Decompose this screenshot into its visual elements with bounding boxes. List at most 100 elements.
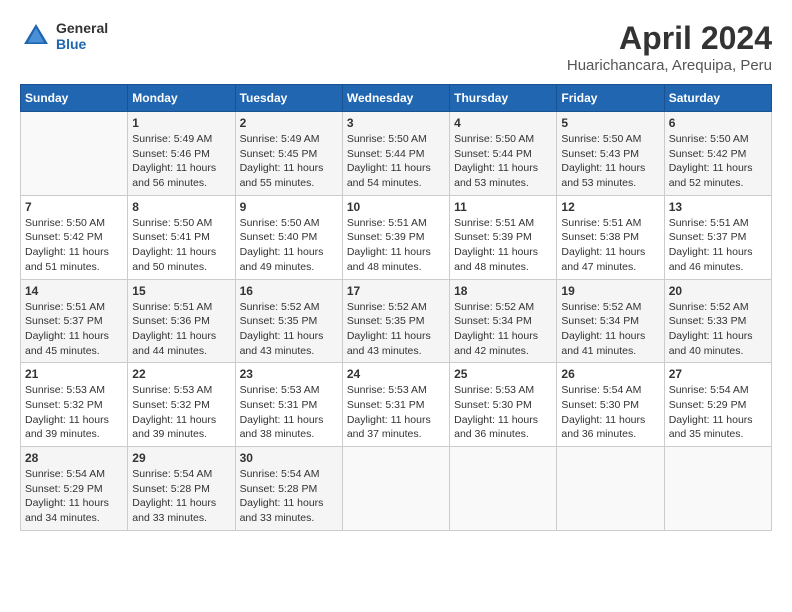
day-info: Sunrise: 5:51 AMSunset: 5:38 PMDaylight:… — [561, 216, 659, 275]
day-info: Sunrise: 5:52 AMSunset: 5:33 PMDaylight:… — [669, 300, 767, 359]
calendar-subtitle: Huarichancara, Arequipa, Peru — [567, 57, 772, 74]
calendar-header: SundayMondayTuesdayWednesdayThursdayFrid… — [21, 85, 772, 112]
calendar-day-cell: 23Sunrise: 5:53 AMSunset: 5:31 PMDayligh… — [235, 363, 342, 447]
day-info: Sunrise: 5:54 AMSunset: 5:30 PMDaylight:… — [561, 383, 659, 442]
day-number: 27 — [669, 367, 767, 381]
day-number: 4 — [454, 116, 552, 130]
day-number: 17 — [347, 284, 445, 298]
day-number: 29 — [132, 451, 230, 465]
day-of-week-header: Saturday — [664, 85, 771, 112]
day-number: 24 — [347, 367, 445, 381]
day-info: Sunrise: 5:52 AMSunset: 5:35 PMDaylight:… — [347, 300, 445, 359]
calendar-week-row: 7 Sunrise: 5:50 AMSunset: 5:42 PMDaylight… — [21, 195, 772, 279]
day-info: Sunrise: 5:51 AMSunset: 5:37 PMDaylight:… — [669, 216, 767, 275]
day-number: 19 — [561, 284, 659, 298]
day-of-week-header: Sunday — [21, 85, 128, 112]
day-info: Sunrise: 5:54 AMSunset: 5:29 PMDaylight:… — [669, 383, 767, 442]
logo: General Blue — [20, 20, 108, 52]
calendar-day-cell: 29 Sunrise: 5:54 AMSunset: 5:28 PMDayligh… — [128, 447, 235, 531]
calendar-day-cell: 27 Sunrise: 5:54 AMSunset: 5:29 PMDayligh… — [664, 363, 771, 447]
calendar-day-cell: 11 Sunrise: 5:51 AMSunset: 5:39 PMDayligh… — [450, 195, 557, 279]
day-number: 14 — [25, 284, 123, 298]
day-number: 22 — [132, 367, 230, 381]
calendar-day-cell: 8 Sunrise: 5:50 AMSunset: 5:41 PMDaylight… — [128, 195, 235, 279]
day-info: Sunrise: 5:53 AMSunset: 5:31 PMDaylight:… — [347, 383, 445, 442]
calendar-day-cell: 1Sunrise: 5:49 AMSunset: 5:46 PMDaylight… — [128, 112, 235, 196]
calendar-day-cell: 14 Sunrise: 5:51 AMSunset: 5:37 PMDayligh… — [21, 279, 128, 363]
day-info: Sunrise: 5:50 AMSunset: 5:41 PMDaylight:… — [132, 216, 230, 275]
day-number: 10 — [347, 200, 445, 214]
day-info: Sunrise: 5:54 AMSunset: 5:28 PMDaylight:… — [240, 467, 338, 526]
day-number: 7 — [25, 200, 123, 214]
calendar-day-cell — [664, 447, 771, 531]
calendar-day-cell — [21, 112, 128, 196]
day-number: 6 — [669, 116, 767, 130]
logo-blue-text: Blue — [56, 36, 108, 52]
logo-icon — [20, 20, 52, 52]
day-info: Sunrise: 5:53 AMSunset: 5:31 PMDaylight:… — [240, 383, 338, 442]
day-info: Sunrise: 5:50 AMSunset: 5:40 PMDaylight:… — [240, 216, 338, 275]
day-info: Sunrise: 5:54 AMSunset: 5:29 PMDaylight:… — [25, 467, 123, 526]
day-number: 5 — [561, 116, 659, 130]
day-number: 1 — [132, 116, 230, 130]
day-number: 13 — [669, 200, 767, 214]
calendar-day-cell: 15Sunrise: 5:51 AMSunset: 5:36 PMDayligh… — [128, 279, 235, 363]
day-info: Sunrise: 5:51 AMSunset: 5:39 PMDaylight:… — [454, 216, 552, 275]
header-row: SundayMondayTuesdayWednesdayThursdayFrid… — [21, 85, 772, 112]
day-info: Sunrise: 5:50 AMSunset: 5:44 PMDaylight:… — [347, 132, 445, 191]
day-info: Sunrise: 5:52 AMSunset: 5:34 PMDaylight:… — [454, 300, 552, 359]
calendar-week-row: 28 Sunrise: 5:54 AMSunset: 5:29 PMDayligh… — [21, 447, 772, 531]
calendar-day-cell: 10 Sunrise: 5:51 AMSunset: 5:39 PMDayligh… — [342, 195, 449, 279]
day-number: 15 — [132, 284, 230, 298]
calendar-day-cell: 2 Sunrise: 5:49 AMSunset: 5:45 PMDaylight… — [235, 112, 342, 196]
title-block: April 2024 Huarichancara, Arequipa, Peru — [567, 20, 772, 74]
calendar-title: April 2024 — [567, 20, 772, 57]
calendar-day-cell: 20 Sunrise: 5:52 AMSunset: 5:33 PMDayligh… — [664, 279, 771, 363]
calendar-day-cell: 19 Sunrise: 5:52 AMSunset: 5:34 PMDayligh… — [557, 279, 664, 363]
calendar-week-row: 14 Sunrise: 5:51 AMSunset: 5:37 PMDayligh… — [21, 279, 772, 363]
day-number: 2 — [240, 116, 338, 130]
calendar-day-cell: 25Sunrise: 5:53 AMSunset: 5:30 PMDayligh… — [450, 363, 557, 447]
calendar-day-cell: 12 Sunrise: 5:51 AMSunset: 5:38 PMDayligh… — [557, 195, 664, 279]
calendar-day-cell: 28 Sunrise: 5:54 AMSunset: 5:29 PMDayligh… — [21, 447, 128, 531]
day-info: Sunrise: 5:52 AMSunset: 5:34 PMDaylight:… — [561, 300, 659, 359]
logo-general-text: General — [56, 20, 108, 36]
day-info: Sunrise: 5:50 AMSunset: 5:44 PMDaylight:… — [454, 132, 552, 191]
day-number: 3 — [347, 116, 445, 130]
calendar-day-cell: 16 Sunrise: 5:52 AMSunset: 5:35 PMDayligh… — [235, 279, 342, 363]
calendar-day-cell: 17 Sunrise: 5:52 AMSunset: 5:35 PMDayligh… — [342, 279, 449, 363]
calendar-day-cell: 30Sunrise: 5:54 AMSunset: 5:28 PMDayligh… — [235, 447, 342, 531]
calendar-day-cell — [342, 447, 449, 531]
day-number: 8 — [132, 200, 230, 214]
calendar-table: SundayMondayTuesdayWednesdayThursdayFrid… — [20, 84, 772, 531]
calendar-day-cell: 22Sunrise: 5:53 AMSunset: 5:32 PMDayligh… — [128, 363, 235, 447]
day-number: 20 — [669, 284, 767, 298]
day-of-week-header: Tuesday — [235, 85, 342, 112]
day-info: Sunrise: 5:51 AMSunset: 5:37 PMDaylight:… — [25, 300, 123, 359]
day-info: Sunrise: 5:53 AMSunset: 5:30 PMDaylight:… — [454, 383, 552, 442]
calendar-body: 1Sunrise: 5:49 AMSunset: 5:46 PMDaylight… — [21, 112, 772, 531]
day-number: 28 — [25, 451, 123, 465]
day-info: Sunrise: 5:50 AMSunset: 5:43 PMDaylight:… — [561, 132, 659, 191]
calendar-day-cell: 6Sunrise: 5:50 AMSunset: 5:42 PMDaylight… — [664, 112, 771, 196]
day-info: Sunrise: 5:49 AMSunset: 5:45 PMDaylight:… — [240, 132, 338, 191]
day-info: Sunrise: 5:50 AMSunset: 5:42 PMDaylight:… — [25, 216, 123, 275]
calendar-day-cell: 7 Sunrise: 5:50 AMSunset: 5:42 PMDaylight… — [21, 195, 128, 279]
calendar-week-row: 21Sunrise: 5:53 AMSunset: 5:32 PMDayligh… — [21, 363, 772, 447]
day-of-week-header: Thursday — [450, 85, 557, 112]
day-info: Sunrise: 5:54 AMSunset: 5:28 PMDaylight:… — [132, 467, 230, 526]
day-number: 16 — [240, 284, 338, 298]
day-info: Sunrise: 5:52 AMSunset: 5:35 PMDaylight:… — [240, 300, 338, 359]
calendar-week-row: 1Sunrise: 5:49 AMSunset: 5:46 PMDaylight… — [21, 112, 772, 196]
calendar-day-cell — [450, 447, 557, 531]
calendar-day-cell: 9 Sunrise: 5:50 AMSunset: 5:40 PMDaylight… — [235, 195, 342, 279]
day-number: 18 — [454, 284, 552, 298]
calendar-day-cell: 3 Sunrise: 5:50 AMSunset: 5:44 PMDaylight… — [342, 112, 449, 196]
day-number: 12 — [561, 200, 659, 214]
day-number: 21 — [25, 367, 123, 381]
day-number: 9 — [240, 200, 338, 214]
calendar-day-cell: 4 Sunrise: 5:50 AMSunset: 5:44 PMDaylight… — [450, 112, 557, 196]
day-info: Sunrise: 5:51 AMSunset: 5:39 PMDaylight:… — [347, 216, 445, 275]
day-number: 26 — [561, 367, 659, 381]
day-number: 11 — [454, 200, 552, 214]
